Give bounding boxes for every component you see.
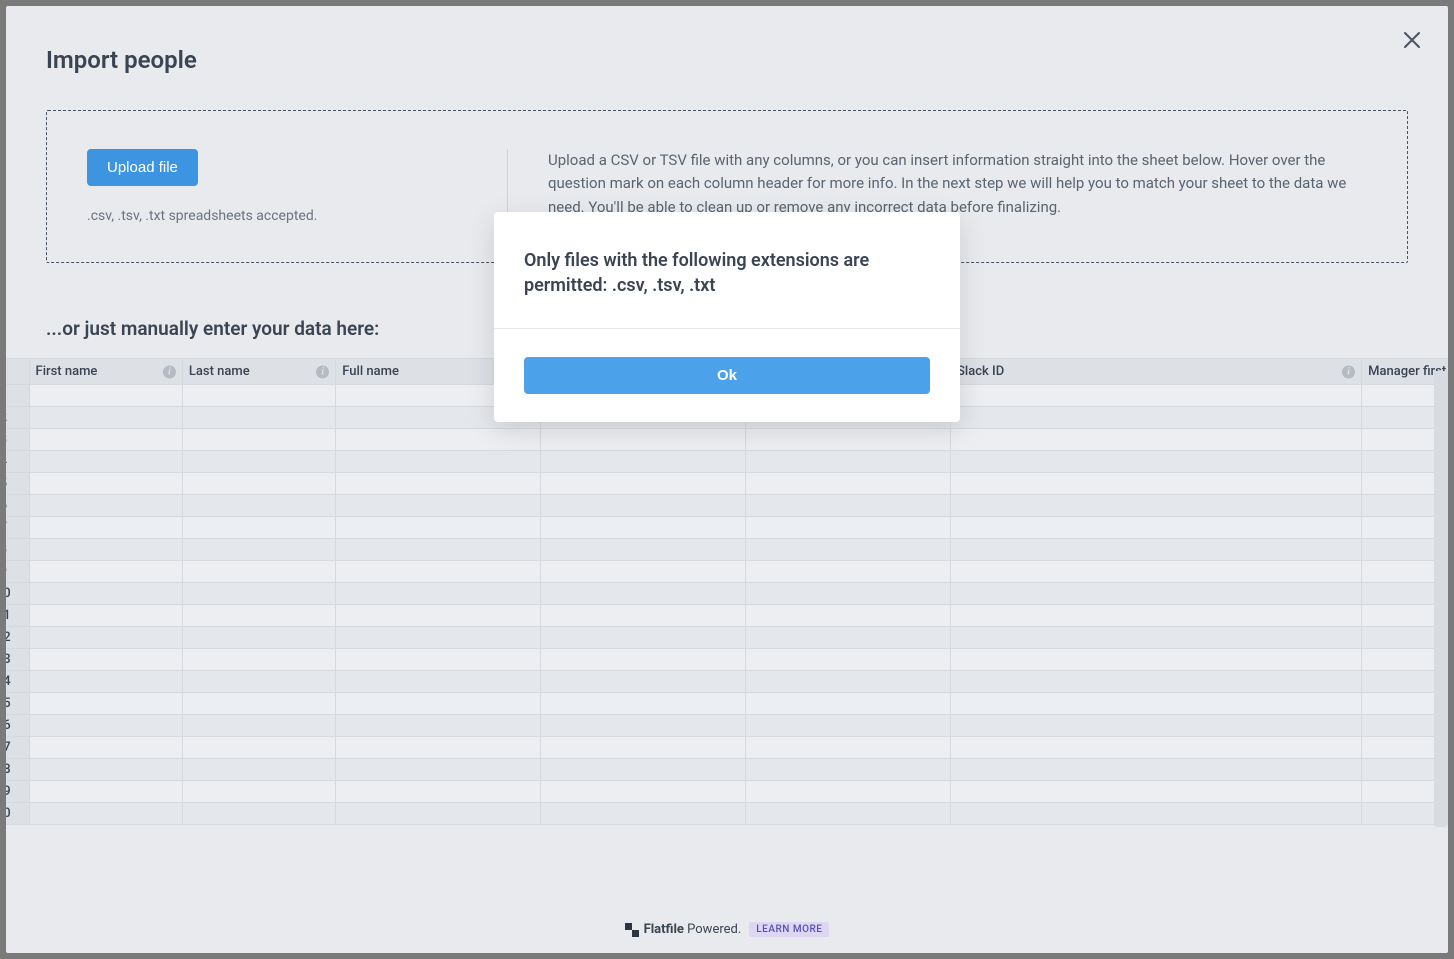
import-modal: Import people Upload file .csv, .tsv, .t… [6, 6, 1448, 953]
alert-overlay: Only files with the following extensions… [6, 6, 1448, 953]
alert-ok-button[interactable]: Ok [524, 357, 930, 394]
alert-message: Only files with the following extensions… [524, 248, 930, 298]
alert-dialog: Only files with the following extensions… [494, 212, 960, 422]
